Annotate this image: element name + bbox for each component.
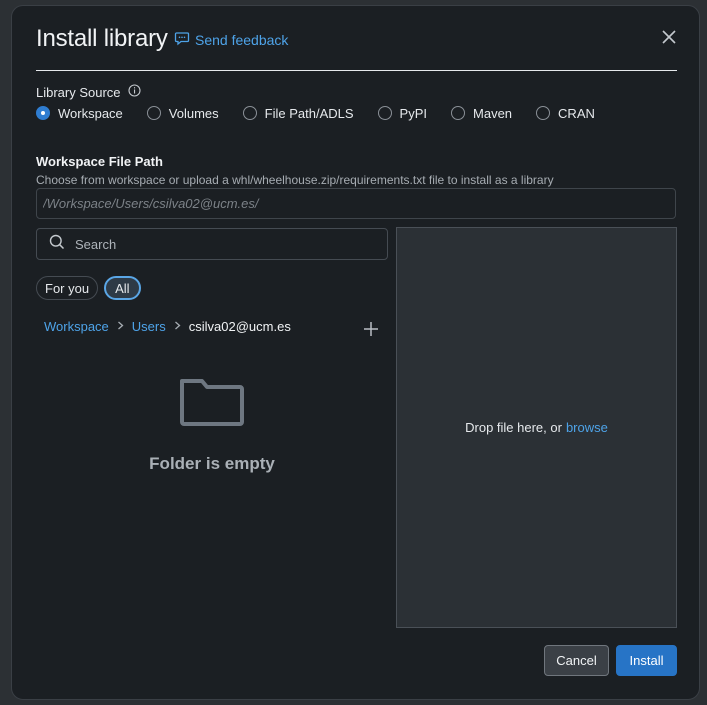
filter-chip-for-you[interactable]: For you bbox=[36, 276, 99, 300]
workspace-file-path-description: Choose from workspace or upload a whl/wh… bbox=[36, 173, 554, 187]
radio-volumes[interactable]: Volumes bbox=[146, 105, 219, 121]
radio-label: Volumes bbox=[168, 105, 219, 121]
radio-indicator bbox=[146, 106, 161, 120]
send-feedback-link[interactable]: Send feedback bbox=[174, 30, 288, 49]
chat-bubble-icon bbox=[174, 30, 190, 49]
breadcrumb-users[interactable]: Users bbox=[132, 319, 166, 334]
breadcrumb-current-folder: csilva02@ucm.es bbox=[188, 319, 291, 334]
chevron-right-icon bbox=[117, 321, 124, 333]
radio-label: File Path/ADLS bbox=[264, 105, 354, 121]
radio-indicator bbox=[36, 106, 50, 120]
radio-file-path-adls[interactable]: File Path/ADLS bbox=[242, 105, 354, 121]
send-feedback-label: Send feedback bbox=[195, 31, 289, 48]
add-button[interactable] bbox=[362, 320, 380, 338]
workspace-file-path-input[interactable] bbox=[36, 188, 676, 219]
install-library-dialog: Install library Send feedback Library So… bbox=[11, 5, 700, 700]
file-search-box[interactable] bbox=[36, 228, 388, 260]
cancel-button[interactable]: Cancel bbox=[544, 645, 609, 676]
close-icon bbox=[662, 29, 676, 49]
browse-link[interactable]: browse bbox=[566, 420, 608, 435]
dialog-title: Install library bbox=[36, 25, 168, 52]
radio-workspace[interactable]: Workspace bbox=[36, 106, 123, 121]
header-divider bbox=[36, 70, 677, 71]
radio-maven[interactable]: Maven bbox=[451, 106, 512, 121]
radio-label: Maven bbox=[473, 105, 513, 121]
search-icon bbox=[49, 234, 65, 255]
drop-zone-text: Drop file here, or bbox=[465, 420, 562, 435]
library-source-radio-group: Workspace Volumes File Path/ADLS PyPI Ma… bbox=[36, 103, 619, 123]
empty-folder-message: Folder is empty bbox=[149, 454, 275, 473]
radio-cran[interactable]: CRAN bbox=[536, 106, 595, 121]
folder-icon bbox=[179, 377, 245, 427]
breadcrumb: Workspace Users csilva02@ucm.es bbox=[44, 319, 291, 334]
radio-label: Workspace bbox=[58, 105, 123, 121]
close-button[interactable] bbox=[658, 28, 680, 50]
library-source-label: Library Source bbox=[36, 84, 141, 100]
library-source-text: Library Source bbox=[36, 84, 121, 100]
filter-chip-all[interactable]: All bbox=[104, 276, 141, 300]
file-drop-zone[interactable]: Drop file here, or browse bbox=[396, 227, 677, 628]
chevron-right-icon bbox=[174, 321, 181, 333]
filter-chips: For you All bbox=[36, 276, 141, 300]
radio-indicator bbox=[242, 106, 257, 120]
radio-pypi[interactable]: PyPI bbox=[377, 105, 428, 121]
workspace-file-path-title: Workspace File Path bbox=[36, 154, 163, 169]
radio-indicator bbox=[451, 106, 466, 120]
radio-label: PyPI bbox=[399, 105, 428, 121]
breadcrumb-workspace[interactable]: Workspace bbox=[44, 319, 109, 334]
plus-icon bbox=[362, 322, 380, 342]
search-input[interactable] bbox=[73, 235, 377, 253]
radio-label: CRAN bbox=[558, 105, 595, 121]
radio-indicator bbox=[536, 106, 551, 120]
radio-indicator bbox=[377, 106, 392, 120]
install-button[interactable]: Install bbox=[616, 645, 677, 676]
info-icon[interactable] bbox=[127, 84, 141, 100]
